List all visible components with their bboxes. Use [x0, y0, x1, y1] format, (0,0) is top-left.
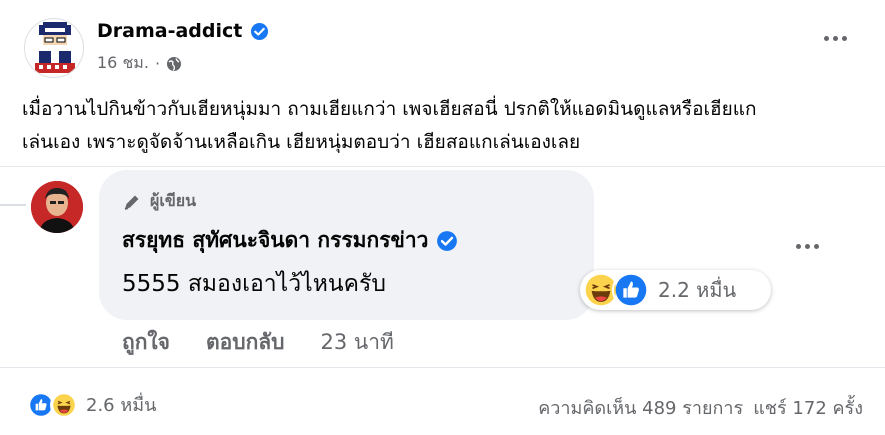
divider	[0, 166, 885, 167]
post-author-row: Drama-addict	[97, 20, 269, 42]
comments-count-link[interactable]: ความคิดเห็น 489 รายการ	[538, 393, 743, 422]
page-avatar[interactable]	[24, 18, 84, 78]
comment-actions: ถูกใจ ตอบกลับ 23 นาที	[122, 326, 394, 359]
author-badge-label: ผู้เขียน	[150, 191, 197, 210]
post-time[interactable]: 16 ชม.	[97, 51, 149, 76]
post-stats: ความคิดเห็น 489 รายการ แชร์ 172 ครั้ง	[538, 393, 863, 422]
commenter-avatar[interactable]	[31, 181, 83, 233]
more-dot	[796, 244, 801, 249]
comment-time[interactable]: 23 นาที	[321, 326, 394, 359]
post-text-line: เล่นเอง เพราะดูจัดจ้านเหลือเกิน เฮียหนุ่…	[22, 131, 581, 153]
divider	[0, 367, 885, 368]
more-dot	[842, 36, 847, 41]
more-dot	[833, 36, 838, 41]
reply-button[interactable]: ตอบกลับ	[206, 326, 285, 359]
verified-badge-icon	[251, 22, 269, 40]
comment-reactions[interactable]: 2.2 หมื่น	[580, 270, 771, 310]
comment-reaction-count: 2.2 หมื่น	[658, 278, 737, 302]
comment-more-button[interactable]	[796, 244, 819, 249]
verified-badge-icon	[437, 230, 458, 251]
post-reactions[interactable]: 2.6 หมื่น	[27, 390, 156, 419]
like-button[interactable]: ถูกใจ	[122, 326, 170, 359]
post-text-line: เมื่อวานไปกินข้าวกับเฮียหนุ่มมา ถามเฮียแ…	[22, 98, 757, 120]
more-dot	[824, 36, 829, 41]
comment-author-name[interactable]: สรยุทธ สุทัศนะจินดา กรรมกรข่าว	[122, 224, 428, 257]
pen-icon	[124, 195, 139, 210]
globe-icon	[167, 56, 182, 71]
shares-count-link[interactable]: แชร์ 172 ครั้ง	[753, 393, 863, 422]
author-badge: ผู้เขียน	[122, 189, 196, 214]
comment-text: 5555 สมองเอาไว้ไหนครับ	[122, 271, 386, 297]
more-dot	[814, 244, 819, 249]
haha-emoji-icon	[50, 390, 78, 419]
comment-author-row: สรยุทธ สุทัศนะจินดา กรรมกรข่าว	[122, 224, 458, 257]
meta-separator: ·	[154, 54, 161, 73]
post-reaction-count: 2.6 หมื่น	[86, 395, 157, 416]
more-dot	[805, 244, 810, 249]
post-author-name[interactable]: Drama-addict	[97, 20, 242, 42]
post-meta: 16 ชม. ·	[97, 51, 182, 76]
post-text: เมื่อวานไปกินข้าวกับเฮียหนุ่มมา ถามเฮียแ…	[22, 93, 867, 159]
thread-line	[0, 204, 26, 206]
like-thumb-icon	[612, 271, 650, 309]
post-more-button[interactable]	[824, 36, 847, 41]
